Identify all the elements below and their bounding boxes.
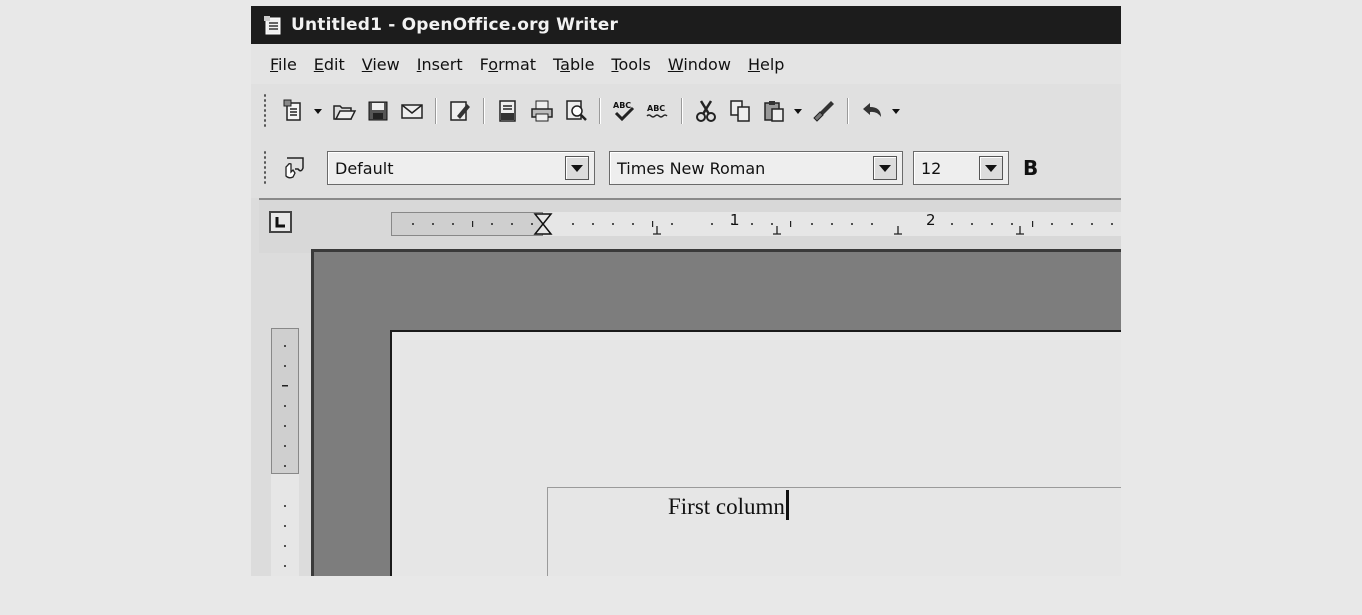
paragraph-style-select[interactable]: Default <box>327 151 595 185</box>
document-page[interactable]: First column <box>390 330 1121 576</box>
menu-insert[interactable]: Insert <box>417 55 463 74</box>
toolbar-grip[interactable] <box>263 150 267 186</box>
styles-and-formatting-icon[interactable] <box>279 153 309 183</box>
save-icon[interactable] <box>363 96 393 126</box>
page-preview-icon[interactable] <box>561 96 591 126</box>
text-cursor <box>785 490 789 520</box>
copy-icon[interactable] <box>725 96 755 126</box>
menu-bar: File Edit View Insert Format Table Tools… <box>251 44 1121 84</box>
standard-toolbar: ABC ABC <box>251 84 1121 138</box>
svg-text:ABC: ABC <box>647 104 665 113</box>
menu-tools[interactable]: Tools <box>611 55 650 74</box>
font-size-value: 12 <box>921 158 942 178</box>
toolbar-separator <box>435 98 437 124</box>
ruler-number: 2 <box>926 211 936 229</box>
chevron-down-icon[interactable] <box>873 156 897 180</box>
writer-window: Untitled1 - OpenOffice.org Writer File E… <box>251 6 1121 576</box>
formatting-toolbar: Default Times New Roman 12 B <box>251 138 1121 198</box>
ruler-ticks <box>412 213 1113 235</box>
chevron-down-icon[interactable] <box>793 96 803 126</box>
toolbar-separator <box>483 98 485 124</box>
document-text[interactable]: First column <box>668 490 789 520</box>
chevron-down-icon[interactable] <box>565 156 589 180</box>
left-tab-icon <box>275 217 285 228</box>
tab-stop-type-button[interactable] <box>269 211 292 233</box>
export-pdf-icon[interactable] <box>493 96 523 126</box>
title-bar: Untitled1 - OpenOffice.org Writer <box>251 6 1121 44</box>
chevron-down-icon[interactable] <box>891 96 901 126</box>
email-icon[interactable] <box>397 96 427 126</box>
menu-file[interactable]: File <box>270 55 297 74</box>
menu-view[interactable]: View <box>362 55 400 74</box>
paragraph-style-value: Default <box>335 158 394 178</box>
menu-window[interactable]: Window <box>668 55 731 74</box>
document-workspace: First column <box>311 249 1121 576</box>
toolbar-grip[interactable] <box>263 93 267 129</box>
window-title: Untitled1 - OpenOffice.org Writer <box>291 15 619 35</box>
new-document-icon[interactable] <box>279 96 309 126</box>
toolbar-separator <box>681 98 683 124</box>
edit-file-icon[interactable] <box>445 96 475 126</box>
cut-icon[interactable] <box>691 96 721 126</box>
clone-formatting-icon[interactable] <box>809 96 839 126</box>
ruler-number: 1 <box>730 211 740 229</box>
font-name-select[interactable]: Times New Roman <box>609 151 903 185</box>
font-size-select[interactable]: 12 <box>913 151 1009 185</box>
menu-edit[interactable]: Edit <box>314 55 345 74</box>
print-icon[interactable] <box>527 96 557 126</box>
font-name-value: Times New Roman <box>617 158 766 178</box>
horizontal-ruler[interactable] <box>391 212 1121 236</box>
toolbar-separator <box>847 98 849 124</box>
ruler-bar <box>259 198 1121 253</box>
text-boundary: First column <box>547 487 1121 576</box>
undo-icon[interactable] <box>857 96 887 126</box>
menu-table[interactable]: Table <box>553 55 594 74</box>
open-folder-icon[interactable] <box>329 96 359 126</box>
chevron-down-icon[interactable] <box>313 96 323 126</box>
spellcheck-icon[interactable]: ABC <box>609 96 639 126</box>
paste-icon[interactable] <box>759 96 789 126</box>
bold-button[interactable]: B <box>1023 156 1038 180</box>
writer-document-icon <box>263 14 285 36</box>
vertical-ruler[interactable] <box>271 328 299 576</box>
autospellcheck-icon[interactable]: ABC <box>643 96 673 126</box>
toolbar-separator <box>599 98 601 124</box>
ruler-ticks <box>282 345 288 567</box>
chevron-down-icon[interactable] <box>979 156 1003 180</box>
svg-text:ABC: ABC <box>613 101 631 110</box>
menu-help[interactable]: Help <box>748 55 784 74</box>
menu-format[interactable]: Format <box>480 55 536 74</box>
